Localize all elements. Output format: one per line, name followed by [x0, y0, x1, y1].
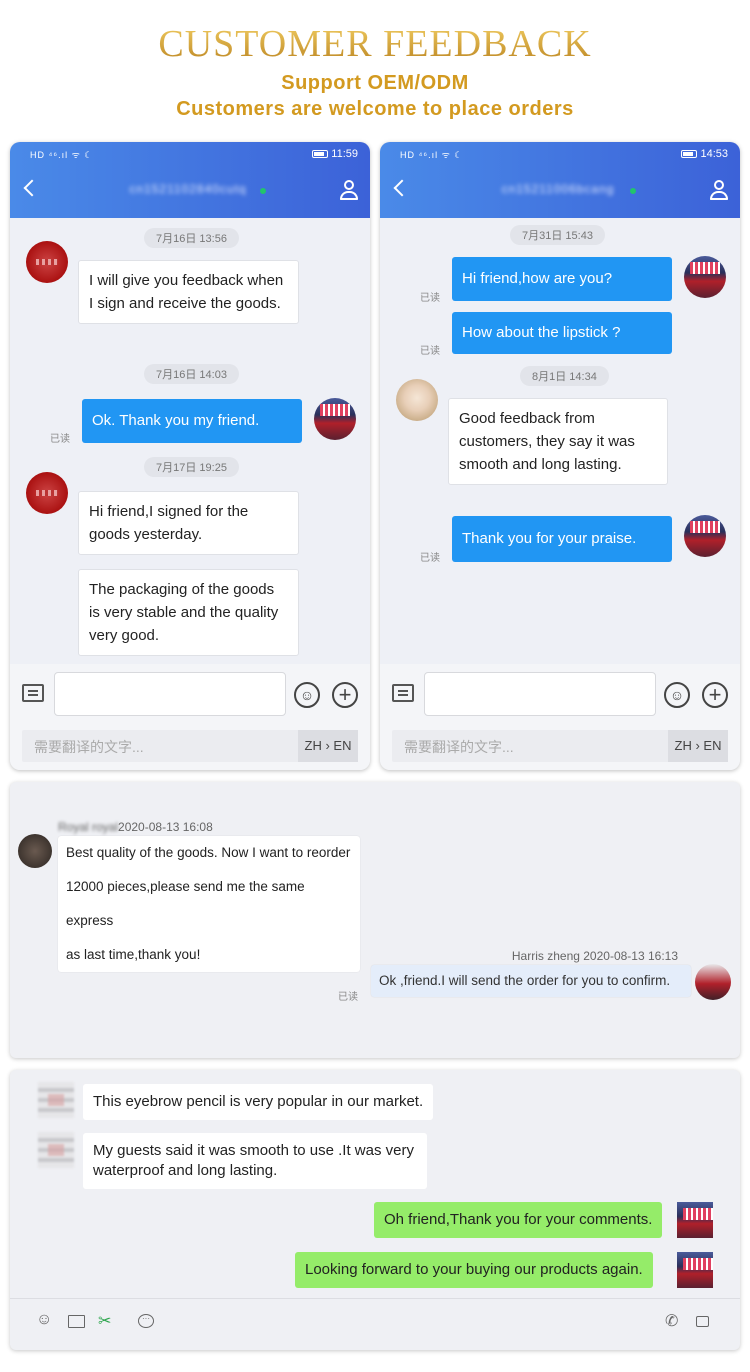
signal-indicators: HD ⁴⁶.ıl ᯤ ☾: [400, 150, 464, 160]
scissors-icon[interactable]: ✂: [98, 1311, 111, 1331]
smiley-icon[interactable]: ☺: [36, 1311, 52, 1329]
chat-header: HD ⁴⁶.ıl ᯤ ☾ 14:53 cn15211006bcang: [380, 142, 740, 218]
chat-icon[interactable]: ···: [138, 1314, 154, 1328]
message-out: Ok ,friend.I will send the order for you…: [371, 965, 691, 997]
seller-avatar[interactable]: [684, 515, 726, 557]
subtitle-orders: Customers are welcome to place orders: [176, 98, 574, 120]
message-in: Best quality of the goods. Now I want to…: [58, 836, 360, 972]
message-in: My guests said it was smooth to use .It …: [83, 1133, 427, 1189]
status-bar: HD ⁴⁶.ıl ᯤ ☾ 11:59: [30, 148, 358, 162]
chat-panel-2: This eyebrow pencil is very popular in o…: [10, 1070, 740, 1350]
battery-icon: [312, 150, 329, 159]
signal-indicators: HD ⁴⁶.ıl ᯤ ☾: [30, 150, 94, 160]
message-in: The packaging of the goods is very stabl…: [78, 569, 299, 656]
back-arrow-icon[interactable]: [23, 179, 41, 197]
language-toggle[interactable]: ZH › EN: [298, 730, 358, 762]
chat-panel-1: Royal royal2020-08-13 16:08 Best quality…: [10, 782, 740, 1058]
read-status: 已读: [50, 434, 70, 445]
input-bar: ☺ + 需要翻译的文字... ZH › EN: [380, 664, 740, 770]
translate-input[interactable]: 需要翻译的文字... ZH › EN: [392, 730, 728, 762]
sender-name: Royal royal2020-08-13 16:08: [58, 820, 213, 834]
page-title: CUSTOMER FEEDBACK: [0, 22, 750, 66]
timestamp: 7月31日 15:43: [510, 225, 605, 245]
chat-header: HD ⁴⁶.ıl ᯤ ☾ 11:59 cn1521102840cutq: [10, 142, 370, 218]
status-bar: HD ⁴⁶.ıl ᯤ ☾ 14:53: [400, 148, 728, 162]
customer-avatar[interactable]: [38, 1132, 74, 1168]
seller-avatar[interactable]: [677, 1252, 713, 1288]
seller-avatar[interactable]: [677, 1202, 713, 1238]
folder-icon[interactable]: [68, 1315, 85, 1328]
phone-screenshot-2: HD ⁴⁶.ıl ᯤ ☾ 14:53 cn15211006bcang 7月31日…: [380, 142, 740, 770]
message-input[interactable]: [54, 672, 286, 716]
timestamp: 7月16日 14:03: [144, 364, 239, 384]
message-icon[interactable]: [22, 684, 44, 702]
seller-avatar[interactable]: [314, 398, 356, 440]
phone-icon[interactable]: ✆: [665, 1311, 678, 1331]
emoji-icon[interactable]: ☺: [664, 682, 690, 708]
video-icon[interactable]: [696, 1316, 709, 1327]
toolbar: ☺ ✂ ··· ✆: [10, 1298, 740, 1350]
timestamp: 8月1日 14:34: [520, 366, 609, 386]
message-in: This eyebrow pencil is very popular in o…: [83, 1084, 434, 1120]
translate-placeholder: 需要翻译的文字...: [34, 739, 144, 755]
message-in: Hi friend,I signed for the goods yesterd…: [78, 491, 299, 555]
reply-name: Harris zheng 2020-08-13 16:13: [511, 949, 678, 963]
message-icon[interactable]: [392, 684, 414, 702]
message-out: How about the lipstick ?: [452, 312, 672, 354]
status-time: 14:53: [700, 148, 728, 160]
timestamp: 7月16日 13:56: [144, 228, 239, 248]
message-out: Thank you for your praise.: [452, 516, 672, 562]
seller-avatar[interactable]: [695, 964, 731, 1000]
message-out: Looking forward to your buying our produ…: [295, 1252, 653, 1288]
profile-icon[interactable]: [340, 180, 358, 202]
translate-placeholder: 需要翻译的文字...: [404, 739, 514, 755]
back-arrow-icon[interactable]: [393, 179, 411, 197]
customer-avatar[interactable]: [26, 472, 68, 514]
online-dot-icon: [630, 188, 636, 194]
message-out: Hi friend,how are you?: [452, 257, 672, 301]
read-status: 已读: [338, 992, 358, 1003]
customer-avatar[interactable]: [396, 379, 438, 421]
language-toggle[interactable]: ZH › EN: [668, 730, 728, 762]
phone-screenshot-1: HD ⁴⁶.ıl ᯤ ☾ 11:59 cn1521102840cutq 7月16…: [10, 142, 370, 770]
subtitle-oem: Support OEM/ODM: [281, 72, 469, 94]
input-bar: ☺ + 需要翻译的文字... ZH › EN: [10, 664, 370, 770]
message-input[interactable]: [424, 672, 656, 716]
read-status: 已读: [420, 346, 440, 357]
plus-icon[interactable]: +: [702, 682, 728, 708]
online-dot-icon: [260, 188, 266, 194]
message-out: Ok. Thank you my friend.: [82, 399, 302, 443]
contact-name: cn1521102840cutq: [129, 182, 247, 196]
customer-avatar[interactable]: [26, 241, 68, 283]
profile-icon[interactable]: [710, 180, 728, 202]
message-out: Oh friend,Thank you for your comments.: [374, 1202, 663, 1238]
status-time: 11:59: [331, 148, 358, 160]
emoji-icon[interactable]: ☺: [294, 682, 320, 708]
seller-avatar[interactable]: [684, 256, 726, 298]
timestamp: 7月17日 19:25: [144, 457, 239, 477]
contact-name: cn15211006bcang: [501, 182, 615, 196]
read-status: 已读: [420, 553, 440, 564]
translate-input[interactable]: 需要翻译的文字... ZH › EN: [22, 730, 358, 762]
read-status: 已读: [420, 293, 440, 304]
customer-avatar[interactable]: [38, 1082, 74, 1118]
message-in: Good feedback from customers, they say i…: [448, 398, 668, 485]
customer-avatar[interactable]: [18, 834, 52, 868]
message-in: I will give you feedback when I sign and…: [78, 260, 299, 324]
plus-icon[interactable]: +: [332, 682, 358, 708]
battery-icon: [681, 150, 698, 159]
